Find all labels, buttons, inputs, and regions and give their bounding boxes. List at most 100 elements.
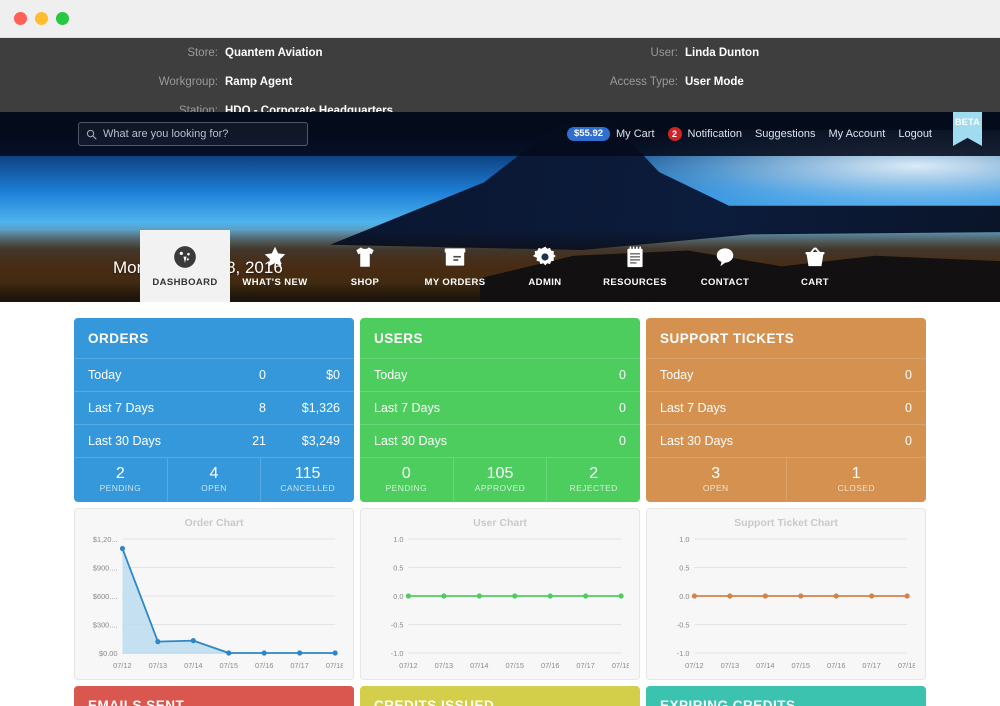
svg-text:-0.5: -0.5: [391, 621, 404, 630]
tickets-last7-label: Last 7 Days: [660, 401, 838, 415]
svg-text:07/13: 07/13: [435, 661, 453, 670]
menu-item-cart[interactable]: CART: [770, 230, 860, 302]
menu-label-contact: CONTACT: [701, 277, 750, 288]
logout-link[interactable]: Logout: [898, 128, 932, 140]
svg-text:07/16: 07/16: [255, 661, 273, 670]
context-store-value: Quantem Aviation: [225, 47, 323, 59]
orders-cancelled-value: 115: [263, 465, 352, 483]
user-chart-column: User Chart -1.0-0.50.00.51.007/1207/1307…: [360, 508, 640, 680]
cart-amount-badge: $55.92: [567, 127, 610, 142]
users-pending-cell[interactable]: 0 PENDING: [360, 458, 453, 502]
support-ticket-chart-title: Support Ticket Chart: [657, 517, 915, 529]
users-pending-value: 0: [362, 465, 451, 483]
orders-card-column: ORDERS Today 0 $0 Last 7 Days 8 $1,326 L…: [74, 318, 354, 502]
users-today-label: Today: [374, 368, 552, 382]
tickets-row-last-7-days: Last 7 Days 0: [646, 391, 926, 424]
menu-item-contact[interactable]: CONTACT: [680, 230, 770, 302]
svg-text:07/18: 07/18: [612, 661, 629, 670]
users-approved-cell[interactable]: 105 APPROVED: [453, 458, 547, 502]
users-approved-value: 105: [456, 465, 545, 483]
orders-card[interactable]: ORDERS Today 0 $0 Last 7 Days 8 $1,326 L…: [74, 318, 354, 502]
tickets-closed-cell[interactable]: 1 CLOSED: [786, 458, 927, 502]
svg-text:0.5: 0.5: [679, 564, 689, 573]
hero-banner: $55.92 My Cart 2 Notification Suggestion…: [0, 112, 1000, 302]
credits-issued-column: CREDITS ISSUED: [360, 686, 640, 706]
context-right-column: User: Linda Dunton Access Type: User Mod…: [500, 38, 1000, 95]
menu-label-whats-new: WHAT'S NEW: [242, 277, 307, 288]
orders-pending-cell[interactable]: 2 PENDING: [74, 458, 167, 502]
tickets-open-cell[interactable]: 3 OPEN: [646, 458, 786, 502]
menu-item-admin[interactable]: ADMIN: [500, 230, 590, 302]
orders-cancelled-cell[interactable]: 115 CANCELLED: [260, 458, 354, 502]
dashboard-content: ORDERS Today 0 $0 Last 7 Days 8 $1,326 L…: [0, 302, 1000, 706]
window-zoom-button[interactable]: [56, 12, 69, 25]
users-row-today: Today 0: [360, 358, 640, 391]
svg-text:1.0: 1.0: [393, 535, 403, 544]
my-account-link[interactable]: My Account: [828, 128, 885, 140]
support-tickets-card[interactable]: SUPPORT TICKETS Today 0 Last 7 Days 0 La…: [646, 318, 926, 502]
context-access-type-label: Access Type:: [500, 76, 678, 88]
tickets-closed-label: CLOSED: [789, 483, 925, 493]
emails-sent-card[interactable]: EMAILS SENT: [74, 686, 354, 706]
menu-label-shop: SHOP: [351, 277, 380, 288]
credits-issued-card[interactable]: CREDITS ISSUED: [360, 686, 640, 706]
users-card-footer: 0 PENDING 105 APPROVED 2 REJECTED: [360, 457, 640, 502]
users-today-value: 0: [552, 368, 626, 382]
star-icon: [262, 244, 288, 270]
orders-card-footer: 2 PENDING 4 OPEN 115 CANCELLED: [74, 457, 354, 502]
tickets-last30-value: 0: [838, 434, 912, 448]
tickets-last30-label: Last 30 Days: [660, 434, 838, 448]
my-cart-link[interactable]: $55.92 My Cart: [567, 127, 655, 142]
users-row-last-7-days: Last 7 Days 0: [360, 391, 640, 424]
svg-text:07/13: 07/13: [721, 661, 739, 670]
context-user-value: Linda Dunton: [685, 47, 759, 59]
context-store-label: Store:: [0, 47, 218, 59]
tickets-row-today: Today 0: [646, 358, 926, 391]
orders-open-cell[interactable]: 4 OPEN: [167, 458, 261, 502]
notification-link[interactable]: 2 Notification: [668, 127, 742, 141]
menu-item-whats-new[interactable]: WHAT'S NEW: [230, 230, 320, 302]
expiring-credits-card[interactable]: EXPIRING CREDITS: [646, 686, 926, 706]
menu-item-resources[interactable]: RESOURCES: [590, 230, 680, 302]
order-chart-column: Order Chart $0.00$300....$600....$900...…: [74, 508, 354, 680]
emails-sent-title: EMAILS SENT: [74, 686, 354, 706]
notification-count-badge: 2: [668, 127, 682, 141]
users-card[interactable]: USERS Today 0 Last 7 Days 0 Last 30 Days…: [360, 318, 640, 502]
users-rejected-cell[interactable]: 2 REJECTED: [546, 458, 640, 502]
suggestions-link[interactable]: Suggestions: [755, 128, 816, 140]
orders-last30-amount: $3,249: [266, 434, 340, 448]
svg-text:07/15: 07/15: [506, 661, 524, 670]
orders-row-today: Today 0 $0: [74, 358, 354, 391]
svg-text:0.5: 0.5: [393, 564, 403, 573]
window-minimize-button[interactable]: [35, 12, 48, 25]
support-ticket-chart-plot[interactable]: -1.0-0.50.00.51.007/1207/1307/1407/1507/…: [657, 531, 915, 677]
notification-label: Notification: [688, 128, 742, 140]
svg-text:$300....: $300....: [93, 621, 118, 630]
svg-text:07/14: 07/14: [470, 661, 488, 670]
top-navigation-bar: $55.92 My Cart 2 Notification Suggestion…: [0, 112, 1000, 156]
search-box[interactable]: [78, 122, 308, 146]
menu-item-shop[interactable]: SHOP: [320, 230, 410, 302]
users-last7-label: Last 7 Days: [374, 401, 552, 415]
orders-pending-label: PENDING: [76, 483, 165, 493]
menu-item-my-orders[interactable]: MY ORDERS: [410, 230, 500, 302]
main-menu-left-spacer: [0, 230, 140, 302]
orders-cancelled-label: CANCELLED: [263, 483, 352, 493]
svg-text:1.0: 1.0: [679, 535, 689, 544]
support-ticket-chart-card: Support Ticket Chart -1.0-0.50.00.51.007…: [646, 508, 926, 680]
tickets-last7-value: 0: [838, 401, 912, 415]
order-chart-title: Order Chart: [85, 517, 343, 529]
speech-bubble-icon: [712, 244, 738, 270]
users-row-last-30-days: Last 30 Days 0: [360, 424, 640, 457]
menu-item-dashboard[interactable]: DASHBOARD: [140, 230, 230, 302]
orders-today-count: 0: [196, 368, 266, 382]
svg-text:$0.00: $0.00: [99, 649, 117, 658]
user-chart-plot[interactable]: -1.0-0.50.00.51.007/1207/1307/1407/1507/…: [371, 531, 629, 677]
svg-text:-1.0: -1.0: [677, 649, 690, 658]
users-rejected-value: 2: [549, 465, 638, 483]
order-chart-plot[interactable]: $0.00$300....$600....$900....$1,20...07/…: [85, 531, 343, 677]
search-input[interactable]: [103, 128, 300, 140]
tickets-closed-value: 1: [789, 465, 925, 483]
svg-text:07/12: 07/12: [113, 661, 131, 670]
window-close-button[interactable]: [14, 12, 27, 25]
